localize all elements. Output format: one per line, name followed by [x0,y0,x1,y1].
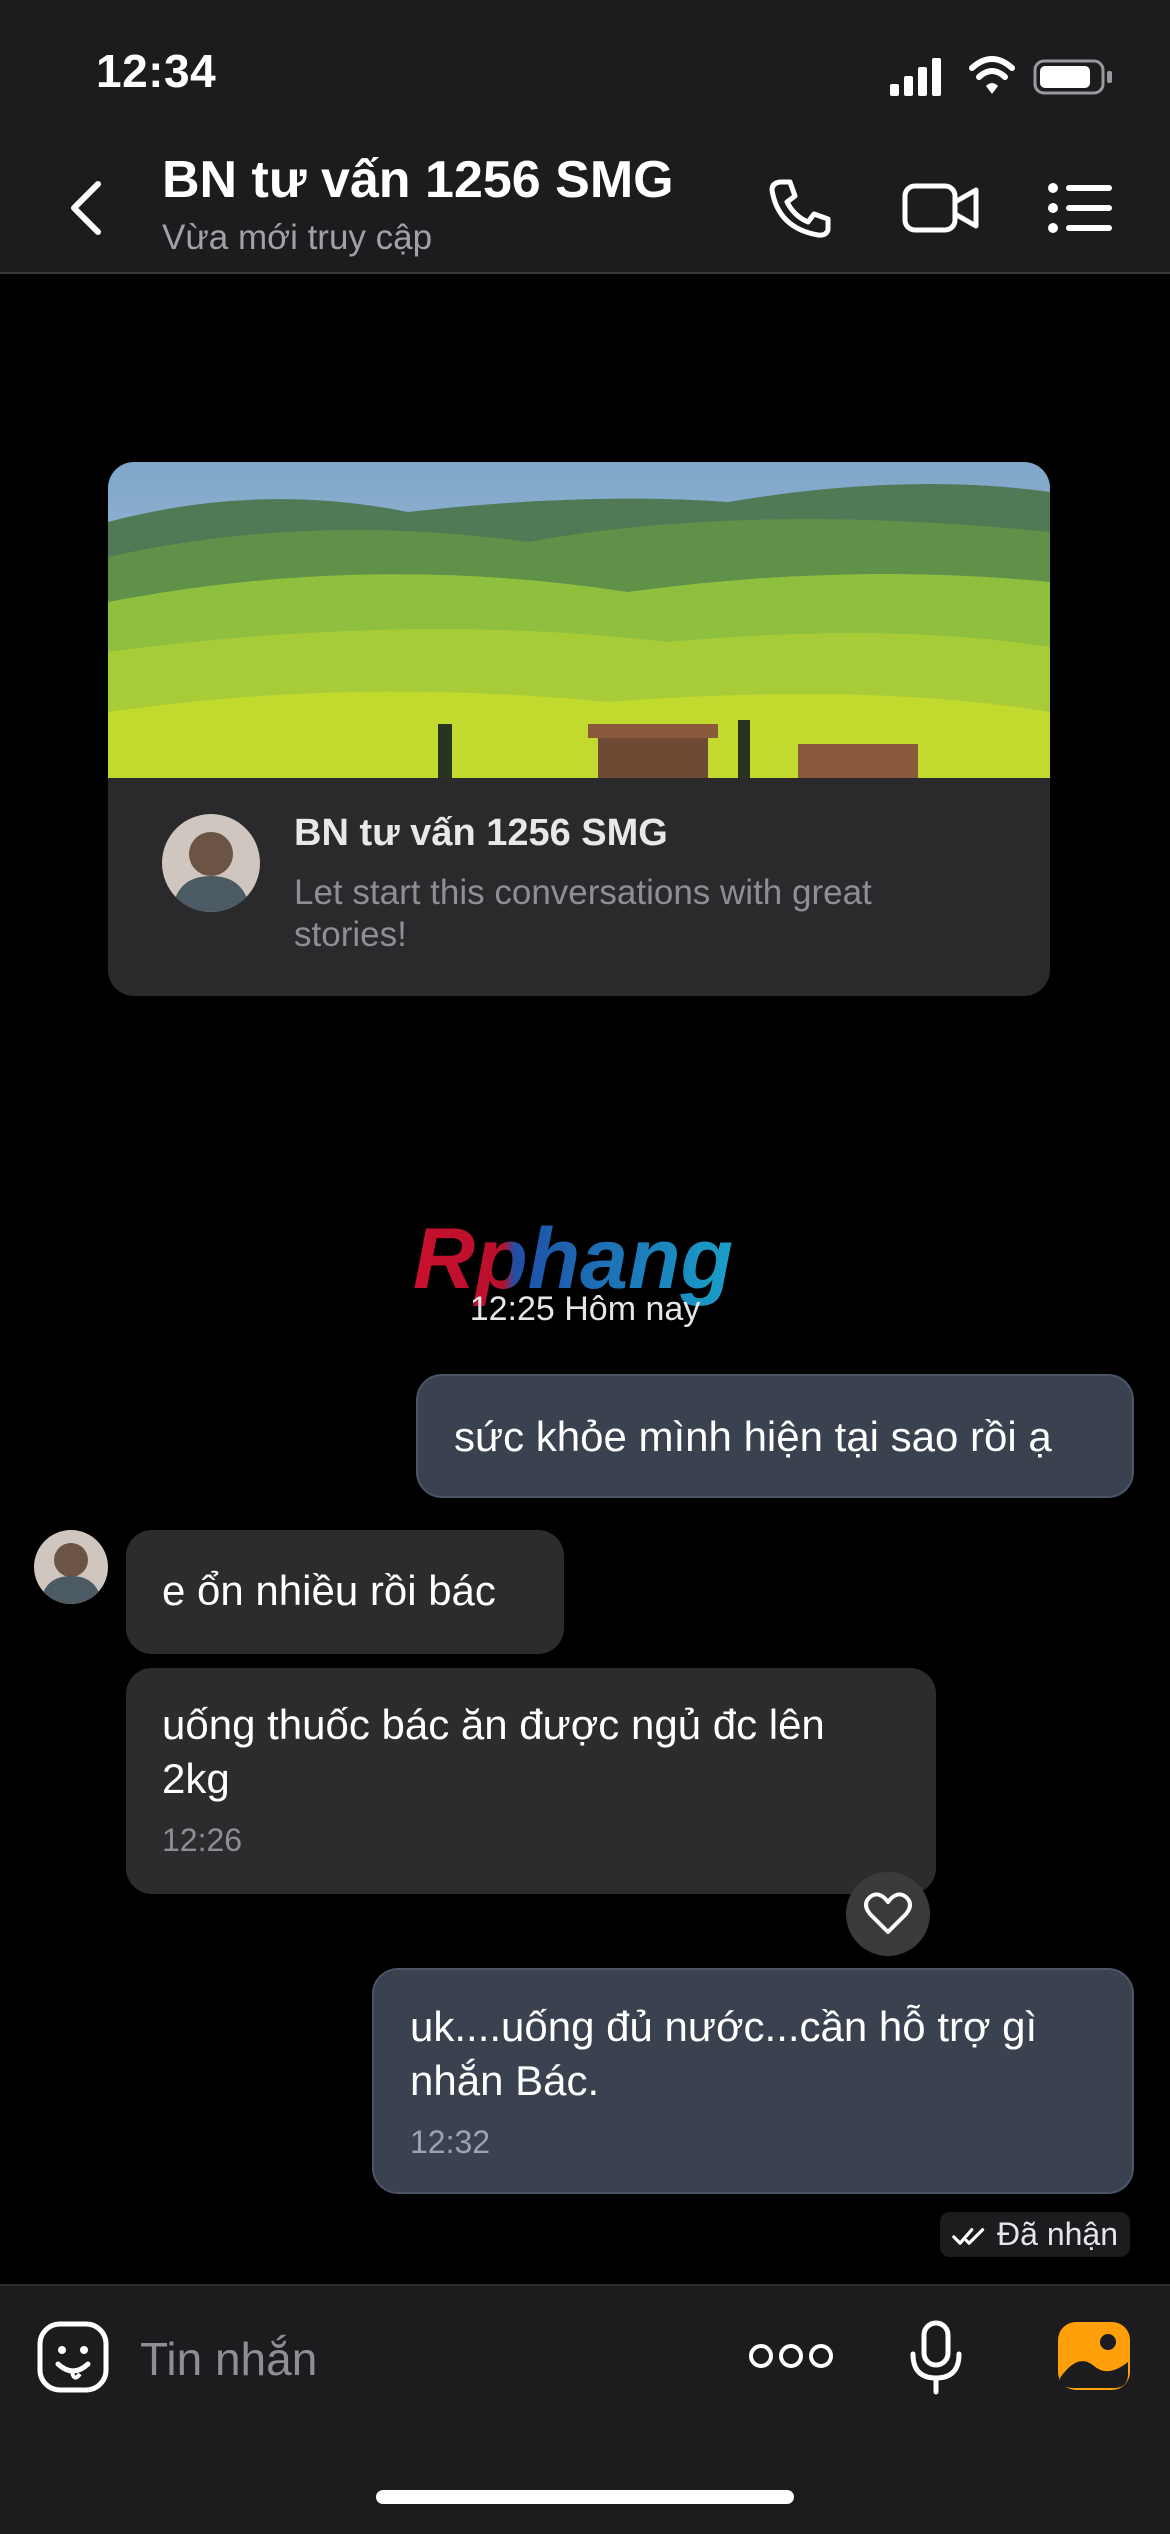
status-time: 12:34 [96,45,217,97]
battery-icon [1033,59,1112,95]
message-text: e ổn nhiều rồi bác [162,1567,496,1614]
microphone-icon[interactable] [908,2320,964,2396]
delivery-status-label: Đã nhận [997,2216,1118,2252]
message-input[interactable]: Tin nhắn [140,2332,317,2386]
menu-icon[interactable] [1046,176,1116,240]
status-icons [890,56,1112,96]
wifi-icon [969,56,1015,94]
message-text: sức khỏe mình hiện tại sao rồi ạ [454,1413,1052,1460]
heart-icon [864,1892,912,1934]
cover-image [108,462,1050,778]
double-check-icon [952,2228,985,2245]
phone-icon[interactable] [766,176,836,240]
message-text: uống thuốc bác ăn được ngủ đc lên 2kg [162,1701,825,1802]
photo-icon[interactable] [1056,2320,1132,2392]
intro-card: BN tư vấn 1256 SMG Let start this conver… [108,462,1050,996]
intro-description: Let start this conversations with great … [294,873,872,954]
like-button[interactable] [846,1872,930,1956]
message-time: 12:26 [162,1822,243,1858]
chat-title[interactable]: BN tư vấn 1256 SMG [162,150,674,210]
message-bubble-incoming[interactable]: uống thuốc bác ăn được ngủ đc lên 2kg 12… [126,1668,936,1894]
contact-name: BN tư vấn 1256 SMG [294,812,668,854]
message-time: 12:32 [410,2124,491,2160]
more-icon[interactable] [748,2336,834,2376]
signal-icon [890,58,941,96]
chat-subtitle: Vừa mới truy cập [162,218,433,257]
delivery-status: Đã nhận [940,2212,1130,2257]
video-icon[interactable] [902,176,980,240]
back-icon[interactable] [62,178,112,238]
sender-avatar[interactable] [34,1530,108,1604]
contact-avatar[interactable] [162,814,260,912]
message-bubble-outgoing[interactable]: sức khỏe mình hiện tại sao rồi ạ [416,1374,1134,1498]
date-separator: 12:25 Hôm nay [469,1290,701,1328]
message-text: uk....uống đủ nước...cần hỗ trợ gì nhắn … [410,2003,1038,2104]
message-bubble-incoming[interactable]: e ổn nhiều rồi bác [126,1530,564,1654]
sticker-icon[interactable] [36,2320,110,2394]
home-indicator [376,2490,794,2504]
message-bubble-outgoing[interactable]: uk....uống đủ nước...cần hỗ trợ gì nhắn … [372,1968,1134,2194]
